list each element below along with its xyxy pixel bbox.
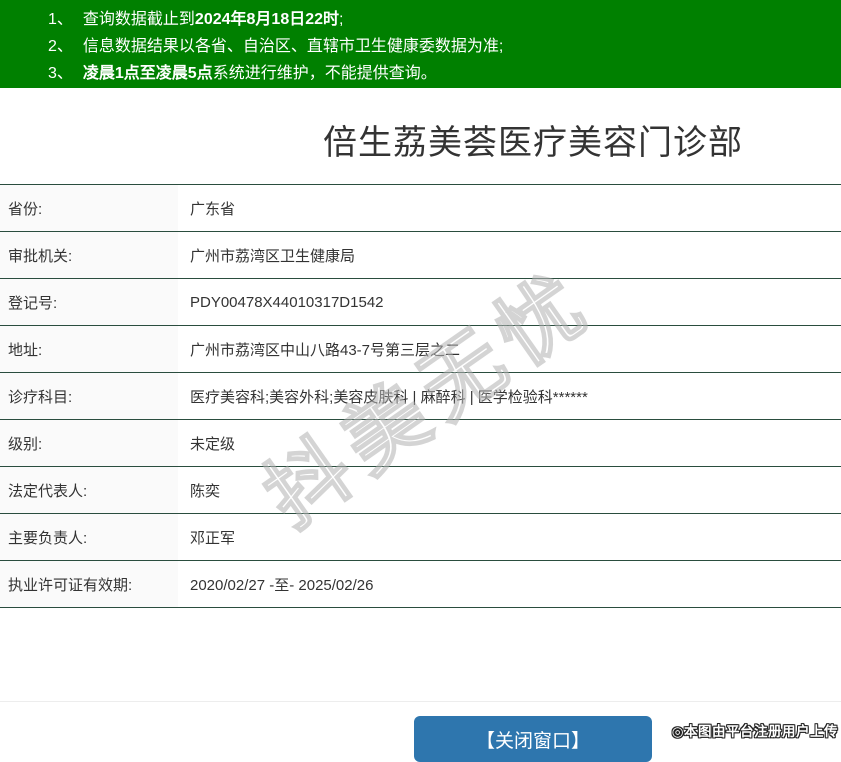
- upload-attribution-text: ◎本图由平台注册用户上传: [671, 724, 838, 739]
- row-label: 级别:: [0, 420, 178, 466]
- row-value: 广州市荔湾区中山八路43-7号第三层之二: [190, 341, 461, 359]
- notice-banner: 1、 查询数据截止到2024年8月18日22时; 2、 信息数据结果以各省、自治区、…: [0, 0, 841, 88]
- table-row: 登记号: PDY00478X44010317D1542: [0, 279, 841, 326]
- notice-text: 信息数据结果以各省、自治区、直辖市卫生健康委数据为准;: [82, 38, 504, 55]
- notice-line-1: 1、 查询数据截止到2024年8月18日22时;: [48, 6, 841, 33]
- table-row: 级别: 未定级: [0, 420, 841, 467]
- row-value: 邓正军: [190, 529, 236, 547]
- row-value: 广东省: [190, 200, 236, 218]
- notice-text: 查询数据截止到: [82, 11, 195, 28]
- table-row: 地址: 广州市荔湾区中山八路43-7号第三层之二: [0, 326, 841, 373]
- table-row: 省份: 广东省: [0, 185, 841, 232]
- table-row: 法定代表人: 陈奕: [0, 467, 841, 514]
- table-row: 主要负责人: 邓正军: [0, 514, 841, 561]
- table-row: 诊疗科目: 医疗美容科;美容外科;美容皮肤科 | 麻醉科 | 医学检验科****…: [0, 373, 841, 420]
- row-value: 陈奕: [190, 482, 221, 500]
- row-label: 审批机关:: [0, 232, 178, 278]
- row-label: 执业许可证有效期:: [0, 561, 178, 607]
- notice-line-2: 2、 信息数据结果以各省、自治区、直辖市卫生健康委数据为准;: [48, 33, 841, 60]
- row-label: 主要负责人:: [0, 514, 178, 560]
- institution-info-table: 省份: 广东省 审批机关: 广州市荔湾区卫生健康局 登记号: PDY00478X…: [0, 184, 841, 608]
- notice-text: 系统进行维护，不能提供查询。: [212, 65, 437, 82]
- notice-number: 2、: [48, 38, 73, 55]
- row-value: PDY00478X44010317D1542: [190, 293, 384, 311]
- page-title: 倍生荔美荟医疗美容门诊部: [323, 124, 743, 162]
- row-label: 地址:: [0, 326, 178, 372]
- footer-divider: [0, 701, 841, 702]
- row-label: 诊疗科目:: [0, 373, 178, 419]
- row-label: 法定代表人:: [0, 467, 178, 513]
- notice-text: ;: [339, 11, 344, 28]
- notice-number: 3、: [48, 65, 73, 82]
- notice-text-bold: 2024年8月18日22时: [194, 11, 340, 28]
- row-value: 广州市荔湾区卫生健康局: [190, 247, 356, 265]
- close-window-button[interactable]: 【关闭窗口】: [414, 716, 652, 762]
- row-label: 登记号:: [0, 279, 178, 325]
- row-value: 医疗美容科;美容外科;美容皮肤科 | 麻醉科 | 医学检验科******: [190, 388, 588, 406]
- table-row: 审批机关: 广州市荔湾区卫生健康局: [0, 232, 841, 279]
- row-label: 省份:: [0, 185, 178, 231]
- page-content: 1、 查询数据截止到2024年8月18日22时; 2、 信息数据结果以各省、自治区、…: [0, 0, 841, 762]
- table-row: 执业许可证有效期: 2020/02/27 -至- 2025/02/26: [0, 561, 841, 608]
- row-value: 2020/02/27 -至- 2025/02/26: [190, 576, 374, 594]
- notice-text-bold: 凌晨1点至凌晨5点: [82, 65, 213, 82]
- row-value: 未定级: [190, 435, 236, 453]
- notice-line-3: 3、 凌晨1点至凌晨5点系统进行维护，不能提供查询。: [48, 60, 841, 87]
- notice-number: 1、: [48, 11, 73, 28]
